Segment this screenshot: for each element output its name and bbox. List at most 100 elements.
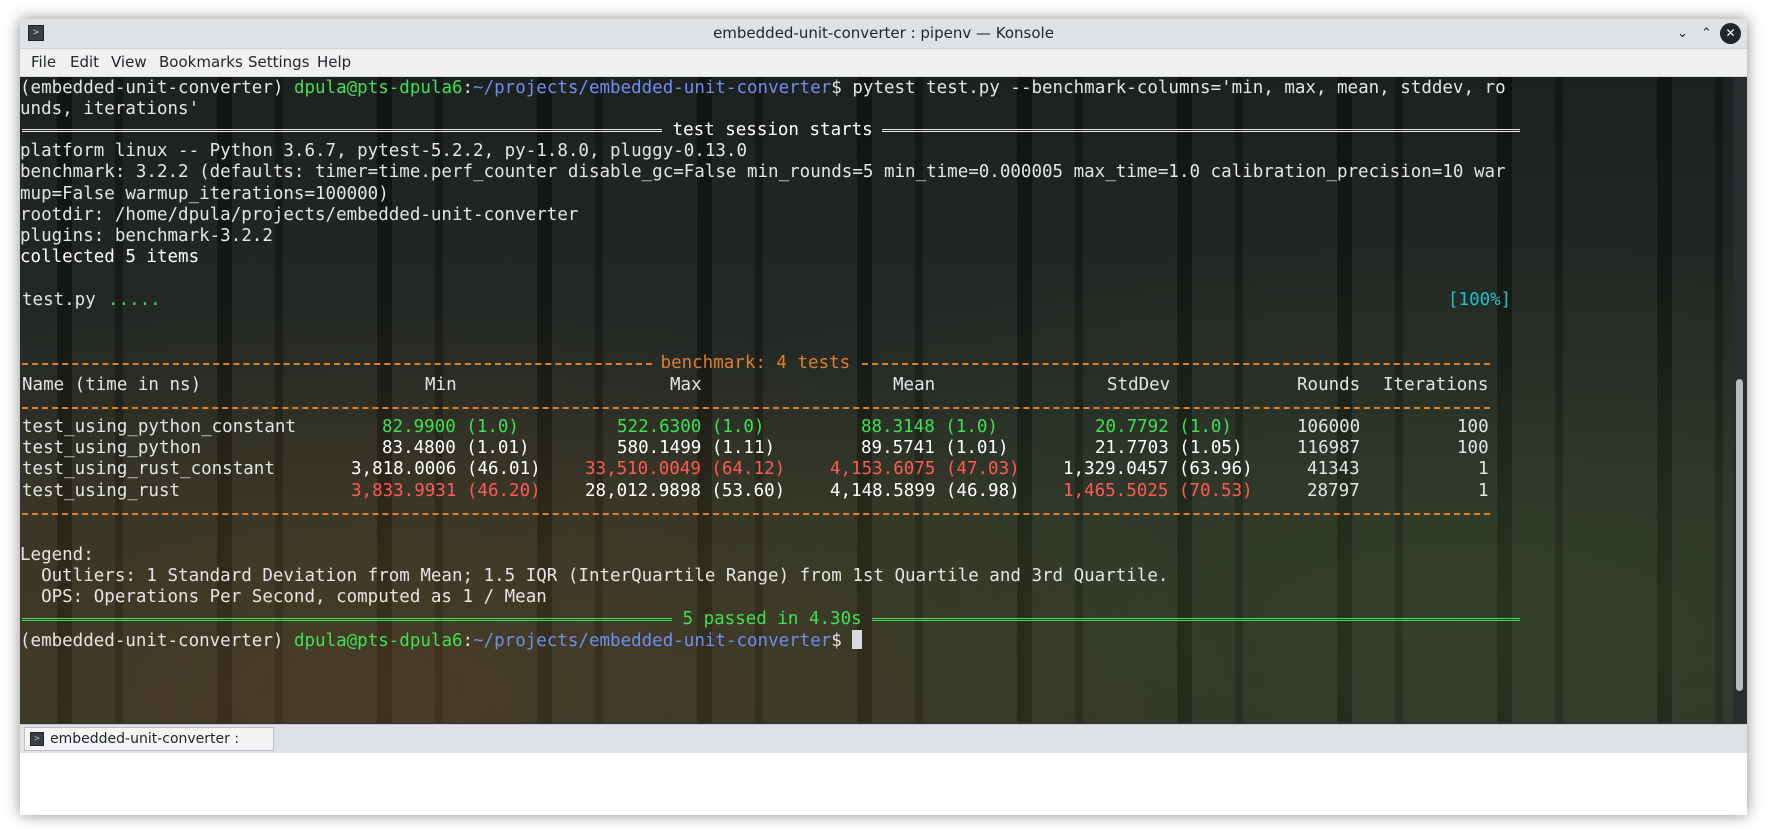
maximize-button[interactable]: ⌃ bbox=[1696, 23, 1717, 44]
separator-rule bbox=[862, 363, 1490, 365]
row-max: 28,012.9898 (53.60) bbox=[585, 481, 786, 501]
menu-edit[interactable]: Edit bbox=[70, 49, 99, 76]
benchmark-defaults-line: benchmark: 3.2.2 (defaults: timer=time.p… bbox=[20, 162, 1506, 182]
command-continuation: unds, iterations' bbox=[20, 99, 200, 119]
col-min: Min bbox=[425, 375, 457, 395]
row-rounds: 116987 bbox=[1297, 438, 1361, 458]
title-bar[interactable]: > embedded-unit-converter : pipenv — Kon… bbox=[20, 19, 1747, 49]
terminal-output[interactable]: (embedded-unit-converter) dpula@pts-dpul… bbox=[20, 77, 1733, 723]
row-stddev: 20.7792 (1.0) bbox=[1095, 417, 1232, 437]
row-max: 522.6300 (1.0) bbox=[617, 417, 765, 437]
row-name: test_using_rust_constant bbox=[22, 459, 275, 479]
table-row: test_using_python 83.4800 (1.01) 580.149… bbox=[20, 438, 1520, 459]
row-min: 82.9900 (1.0) bbox=[382, 417, 519, 437]
table-header-row: Name (time in ns) Min Max Mean StdDev Ro… bbox=[20, 375, 1520, 396]
separator-rule bbox=[882, 129, 1520, 132]
row-name: test_using_python_constant bbox=[22, 417, 296, 437]
row-name: test_using_rust bbox=[22, 481, 181, 501]
row-iterations: 1 bbox=[1478, 459, 1489, 479]
row-max: 33,510.0049 (64.12) bbox=[585, 459, 786, 479]
row-rounds: 28797 bbox=[1307, 481, 1360, 501]
row-iterations: 100 bbox=[1457, 417, 1489, 437]
table-row: test_using_rust_constant 3,818.0006 (46.… bbox=[20, 459, 1520, 480]
minimize-button[interactable]: ⌄ bbox=[1672, 23, 1693, 44]
text-cursor bbox=[852, 630, 863, 649]
session-header-line: test session starts bbox=[20, 120, 1520, 141]
summary-line: 5 passed in 4.30s bbox=[20, 609, 1520, 630]
col-iterations: Iterations bbox=[1383, 375, 1489, 395]
row-mean: 4,153.6075 (47.03) bbox=[830, 459, 1020, 479]
separator-rule bbox=[22, 618, 672, 621]
tab-label: embedded-unit-converter : pipenv bbox=[50, 731, 240, 769]
progress-percent: [100%] bbox=[1448, 290, 1512, 310]
tab-bar: > embedded-unit-converter : pipenv bbox=[20, 724, 1747, 769]
scrollbar-thumb[interactable] bbox=[1736, 379, 1743, 691]
row-min: 3,833.9931 (46.20) bbox=[351, 481, 541, 501]
row-iterations: 1 bbox=[1478, 481, 1489, 501]
menu-bookmarks[interactable]: Bookmarks bbox=[159, 49, 243, 76]
menu-bar: File Edit View Bookmarks Settings Help bbox=[20, 49, 1747, 77]
summary-text: 5 passed in 4.30s bbox=[672, 609, 873, 629]
row-name: test_using_python bbox=[22, 438, 202, 458]
prompt-user-host: dpula@pts-dpula6 bbox=[293, 78, 463, 98]
legend-title: Legend: bbox=[20, 545, 94, 565]
row-stddev: 21.7703 (1.05) bbox=[1095, 438, 1243, 458]
prompt-colon: : bbox=[462, 631, 474, 651]
benchmark-header-line: benchmark: 4 tests bbox=[20, 353, 1520, 374]
prompt-path: ~/projects/embedded-unit-converter bbox=[473, 78, 832, 98]
col-stddev: StdDev bbox=[1107, 375, 1171, 395]
command-line: (embedded-unit-converter) dpula@pts-dpul… bbox=[20, 78, 1506, 99]
menu-settings[interactable]: Settings bbox=[248, 49, 310, 76]
menu-help[interactable]: Help bbox=[317, 49, 351, 76]
test-dots: ..... bbox=[108, 290, 161, 310]
rootdir-line: rootdir: /home/dpula/projects/embedded-u… bbox=[20, 205, 579, 225]
prompt-env: (embedded-unit-converter) bbox=[20, 631, 294, 651]
konsole-window: > embedded-unit-converter : pipenv — Kon… bbox=[20, 19, 1747, 815]
separator-rule bbox=[872, 618, 1520, 621]
separator-rule bbox=[22, 363, 652, 365]
col-name: Name (time in ns) bbox=[22, 375, 202, 395]
row-min: 83.4800 (1.01) bbox=[382, 438, 530, 458]
menu-view[interactable]: View bbox=[111, 49, 147, 76]
close-button[interactable]: ✕ bbox=[1720, 23, 1741, 44]
terminal-tab-icon: > bbox=[30, 732, 44, 746]
col-rounds: Rounds bbox=[1297, 375, 1361, 395]
row-max: 580.1499 (1.11) bbox=[617, 438, 776, 458]
row-stddev: 1,329.0457 (63.96) bbox=[1063, 459, 1253, 479]
collected-line: collected 5 items bbox=[20, 247, 200, 267]
row-stddev: 1,465.5025 (70.53) bbox=[1063, 481, 1253, 501]
row-mean: 89.5741 (1.01) bbox=[861, 438, 1009, 458]
row-min: 3,818.0006 (46.01) bbox=[351, 459, 541, 479]
command-text: pytest test.py --benchmark-columns='min,… bbox=[852, 78, 1506, 98]
row-rounds: 41343 bbox=[1307, 459, 1360, 479]
prompt-colon: : bbox=[462, 78, 474, 98]
row-rounds: 106000 bbox=[1297, 417, 1361, 437]
legend-ops: OPS: Operations Per Second, computed as … bbox=[20, 587, 547, 607]
window-title: embedded-unit-converter : pipenv — Konso… bbox=[713, 24, 1054, 42]
separator-rule bbox=[22, 513, 1490, 515]
benchmark-header: benchmark: 4 tests bbox=[650, 353, 861, 373]
prompt-dollar: $ bbox=[831, 78, 853, 98]
benchmark-defaults-continuation: mup=False warmup_iterations=100000) bbox=[20, 184, 389, 204]
prompt-line[interactable]: (embedded-unit-converter) dpula@pts-dpul… bbox=[20, 630, 863, 651]
prompt-user-host: dpula@pts-dpula6 bbox=[293, 631, 463, 651]
separator-rule bbox=[22, 407, 1490, 409]
test-file: test.py bbox=[22, 290, 107, 310]
test-progress-line: test.py ..... [100%] bbox=[20, 290, 1520, 311]
prompt-path: ~/projects/embedded-unit-converter bbox=[473, 631, 832, 651]
session-header: test session starts bbox=[662, 120, 884, 140]
separator-rule bbox=[22, 129, 662, 132]
scrollbar[interactable] bbox=[1733, 77, 1747, 723]
col-mean: Mean bbox=[893, 375, 936, 395]
window-bottom bbox=[20, 753, 1747, 815]
table-row: test_using_rust 3,833.9931 (46.20) 28,01… bbox=[20, 481, 1520, 502]
row-mean: 4,148.5899 (46.98) bbox=[830, 481, 1020, 501]
table-row: test_using_python_constant 82.9900 (1.0)… bbox=[20, 417, 1520, 438]
menu-file[interactable]: File bbox=[31, 49, 56, 76]
col-max: Max bbox=[670, 375, 702, 395]
prompt-env: (embedded-unit-converter) bbox=[20, 78, 294, 98]
legend-outliers: Outliers: 1 Standard Deviation from Mean… bbox=[20, 566, 1169, 586]
prompt-dollar: $ bbox=[831, 631, 853, 651]
plugins-line: plugins: benchmark-3.2.2 bbox=[20, 226, 273, 246]
tab-session[interactable]: > embedded-unit-converter : pipenv bbox=[24, 727, 274, 769]
